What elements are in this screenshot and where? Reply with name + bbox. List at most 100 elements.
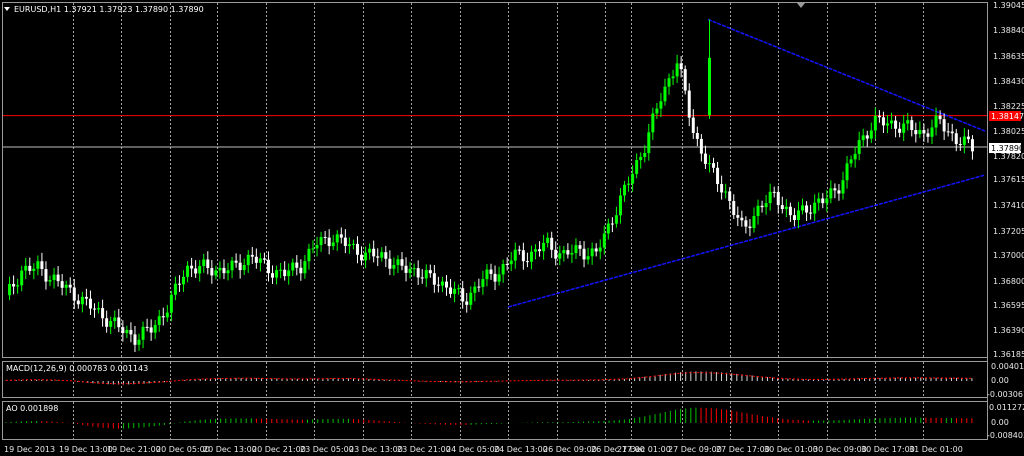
candle-body: [720, 184, 724, 193]
candle-body: [966, 136, 970, 140]
candle-body: [635, 160, 639, 174]
price-tick: 1.37000: [993, 251, 1024, 260]
candle-body: [275, 270, 279, 278]
ao-tick: 0.011272: [989, 403, 1024, 412]
candle-body: [125, 329, 129, 334]
candle-body: [319, 237, 323, 246]
candle-body: [266, 259, 270, 274]
candle-body: [493, 273, 497, 282]
main-pane[interactable]: [2, 2, 988, 358]
candle-body: [760, 205, 764, 208]
candle-body: [574, 245, 578, 254]
time-tick: 23 Dec 21:00: [397, 445, 451, 454]
candle-body: [833, 188, 837, 191]
candle-body: [918, 129, 922, 135]
candle-body: [598, 247, 602, 252]
candle-body: [101, 308, 105, 319]
candle-body: [869, 130, 873, 139]
candle-body: [489, 269, 493, 274]
chart-shift-marker-icon[interactable]: [797, 3, 805, 8]
candle-body: [578, 245, 582, 249]
candle-body: [169, 294, 173, 313]
candle-body: [432, 273, 436, 285]
time-tick: 27 Dec 01:00: [617, 445, 671, 454]
candle-body: [538, 249, 542, 252]
candle-body: [712, 163, 716, 168]
candle-body: [323, 237, 327, 239]
candle-body: [113, 317, 117, 321]
candle-body: [509, 260, 513, 265]
candle-body: [788, 206, 792, 216]
candle-body: [784, 206, 788, 210]
candle-body: [315, 245, 319, 249]
candle-body: [295, 262, 299, 268]
candle-body: [84, 296, 88, 299]
time-tick: 27 Dec 17:00: [716, 445, 770, 454]
candle-body: [792, 215, 796, 220]
candle-body: [643, 153, 647, 157]
candle-body: [392, 264, 396, 269]
candle-body: [32, 268, 36, 271]
candle-body: [202, 259, 206, 267]
ao-pane[interactable]: [2, 401, 988, 440]
candle-body: [222, 267, 226, 274]
candle-body: [477, 286, 481, 288]
candle-body: [347, 244, 351, 246]
candle-body: [206, 259, 210, 268]
candle-body: [651, 113, 655, 133]
chart-window[interactable]: EURUSD,H1 1.37921 1.37923 1.37890 1.3789…: [0, 0, 1024, 456]
candle-body: [744, 220, 748, 227]
time-tick: 30 Dec 17:00: [861, 445, 915, 454]
candle-body: [801, 205, 805, 211]
candle-body: [813, 202, 817, 214]
candle-body: [501, 264, 505, 275]
candle-body: [279, 269, 283, 271]
candle-body: [234, 260, 238, 263]
candle-body: [639, 156, 643, 161]
candle-body: [780, 205, 784, 210]
candle-body: [396, 259, 400, 265]
candle-body: [121, 327, 125, 334]
candle-body: [250, 254, 254, 257]
candle-body: [890, 120, 894, 124]
macd-pane[interactable]: [2, 361, 988, 398]
candle-body: [76, 300, 80, 305]
candle-body: [190, 265, 194, 269]
candle-body: [703, 153, 707, 164]
candle-body: [428, 270, 432, 274]
candle-body: [736, 215, 740, 218]
candle-body: [849, 159, 853, 164]
candle-body: [716, 167, 720, 185]
candle-body: [230, 260, 234, 271]
symbol-menu-triangle-icon[interactable]: [4, 7, 10, 11]
candle-body: [885, 123, 889, 126]
time-tick: 20 Dec 21:00: [252, 445, 306, 454]
candle-body: [400, 259, 404, 266]
upper-trendline[interactable]: [707, 18, 986, 132]
candle-body: [380, 252, 384, 258]
candle-body: [186, 265, 190, 277]
candle-body: [457, 288, 461, 290]
candle-body: [88, 298, 92, 309]
time-tick: 30 Dec 01:00: [764, 445, 818, 454]
candle-body: [52, 274, 56, 281]
time-tick: 23 Dec 13:00: [349, 445, 403, 454]
time-tick: 31 Dec 01:00: [909, 445, 963, 454]
candle-body: [327, 237, 331, 247]
candle-body: [133, 334, 137, 345]
candle-body: [149, 327, 153, 333]
candle-body: [311, 248, 315, 250]
candle-body: [525, 261, 529, 263]
candle-body: [898, 128, 902, 133]
candle-body: [631, 173, 635, 184]
time-tick: 24 Dec 05:00: [446, 445, 500, 454]
candle-body: [663, 86, 667, 102]
candle-body: [271, 273, 275, 278]
candle-body: [679, 63, 683, 70]
price-tick: 1.37410: [993, 201, 1024, 210]
candle-body: [56, 274, 60, 282]
candle-body: [141, 326, 145, 340]
price-tick: 1.39045: [993, 1, 1024, 10]
time-tick: 24 Dec 13:00: [494, 445, 548, 454]
candle-body: [157, 316, 161, 326]
